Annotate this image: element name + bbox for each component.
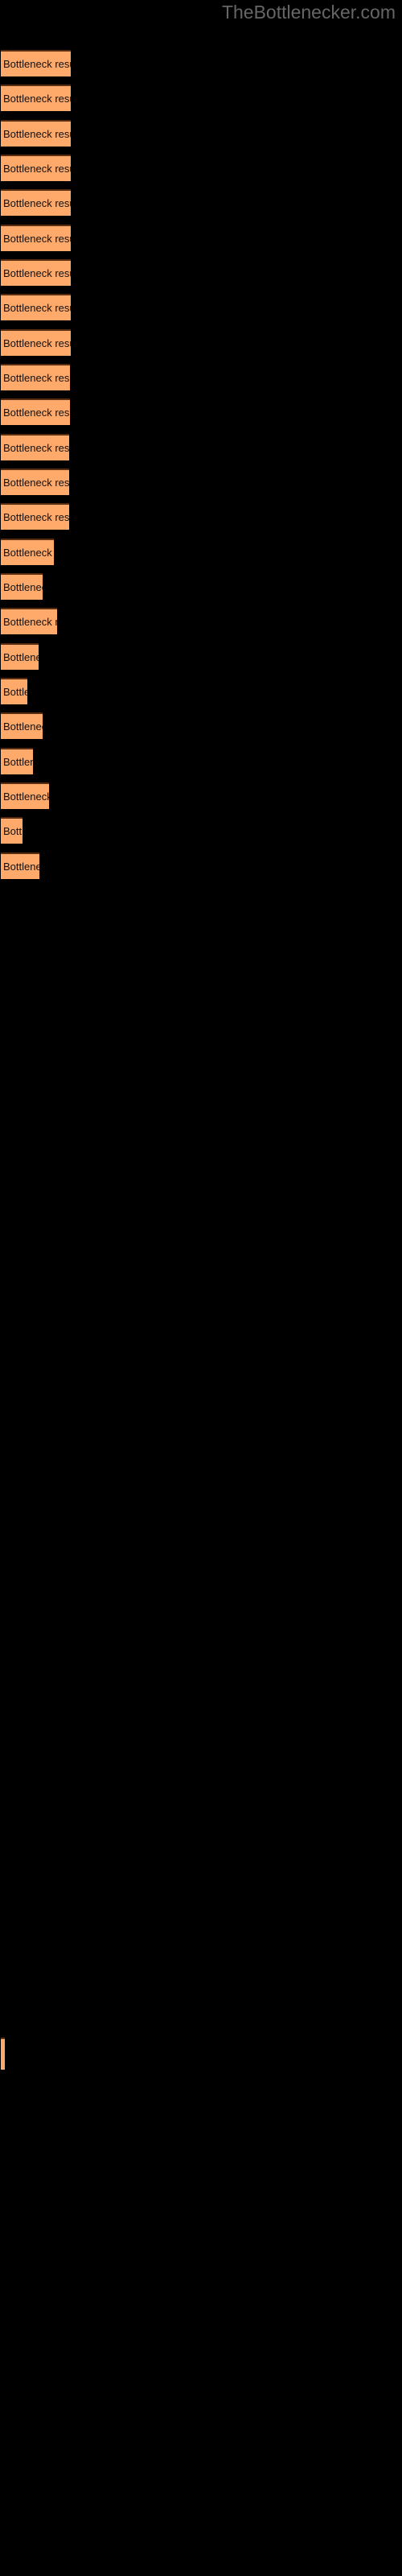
bar: Bottleneck result <box>1 852 39 879</box>
bar-row: Bottleneck result <box>0 120 402 147</box>
bar: Bottleneck result <box>1 748 33 774</box>
bottleneck-bar-chart: TheBottlenecker.com Bottleneck result Bot… <box>0 0 402 2576</box>
bar: Bottleneck result <box>1 608 57 634</box>
bar-label: Bottleneck result <box>3 302 71 314</box>
bar-row: Bottleneck result <box>0 294 402 320</box>
bar-label: Bottleneck result <box>3 93 71 105</box>
bar-label: Bottleneck result <box>3 197 71 209</box>
bar-label: Bottleneck result <box>3 651 39 663</box>
bar: Bottleneck result <box>1 539 54 565</box>
bar-label: Bottleneck result <box>3 511 69 523</box>
bar: Bottleneck result <box>1 712 43 739</box>
bar: Bottleneck result <box>1 817 23 844</box>
bar-label: Bottleneck result <box>3 372 70 384</box>
bar-label: Bottleneck result <box>3 686 27 698</box>
bar-row: Bottleneck result <box>0 434 402 460</box>
bar-label: Bottleneck result <box>3 720 43 733</box>
bar-label: Bottleneck result <box>3 791 49 803</box>
bar-row: Bottleneck result <box>0 573 402 600</box>
bar: Bottleneck result <box>1 398 70 425</box>
bar-row: Bottleneck result <box>0 469 402 495</box>
bar: Bottleneck result <box>1 678 27 704</box>
bar-row: Bottleneck result <box>0 748 402 774</box>
bar: Bottleneck result <box>1 294 71 320</box>
bar-row: Bottleneck result <box>0 225 402 251</box>
bar-label: Bottleneck result <box>3 581 43 593</box>
bar: Bottleneck result <box>1 782 49 809</box>
bar-row: Bottleneck result <box>0 503 402 530</box>
bar-minimal <box>1 2037 5 2070</box>
bar: Bottleneck result <box>1 259 71 286</box>
bar: Bottleneck result <box>1 469 69 495</box>
bar-label: Bottleneck result <box>3 407 70 419</box>
bar: Bottleneck result <box>1 155 71 181</box>
bar: Bottleneck result <box>1 573 43 600</box>
bar: Bottleneck result <box>1 643 39 670</box>
bar: Bottleneck result <box>1 120 71 147</box>
bar-label: Bottleneck result <box>3 861 39 873</box>
bar-row: Bottleneck result <box>0 398 402 425</box>
bar-row: Bottleneck result <box>0 364 402 390</box>
bar-row: Bottleneck result <box>0 817 402 844</box>
bar-label: Bottleneck result <box>3 267 71 279</box>
bar-label: Bottleneck result <box>3 128 71 140</box>
bar-label: Bottleneck result <box>3 616 57 628</box>
bar-label: Bottleneck result <box>3 756 33 768</box>
bar-row: Bottleneck result <box>0 329 402 356</box>
bar-label: Bottleneck result <box>3 163 71 175</box>
bar-label: Bottleneck result <box>3 477 69 489</box>
bar-label: Bottleneck result <box>3 442 69 454</box>
bar-row: Bottleneck result <box>0 259 402 286</box>
bar-row: Bottleneck result <box>0 189 402 216</box>
bar: Bottleneck result <box>1 503 69 530</box>
bar: Bottleneck result <box>1 364 70 390</box>
bar: Bottleneck result <box>1 329 71 356</box>
bar-label: Bottleneck result <box>3 547 54 559</box>
bar-row: Bottleneck result <box>0 678 402 704</box>
bar: Bottleneck result <box>1 225 71 251</box>
site-watermark: TheBottlenecker.com <box>221 2 396 23</box>
bar-label: Bottleneck result <box>3 58 71 70</box>
bar-row: Bottleneck result <box>0 782 402 809</box>
bar-row: Bottleneck result <box>0 712 402 739</box>
bar-label: Bottleneck result <box>3 233 71 245</box>
bar-label: Bottleneck result <box>3 825 23 837</box>
bar-row: Bottleneck result <box>0 85 402 111</box>
bar: Bottleneck result <box>1 50 71 76</box>
bar-label: Bottleneck result <box>3 337 71 349</box>
bar-row: Bottleneck result <box>0 155 402 181</box>
bar-row: Bottleneck result <box>0 852 402 879</box>
bar: Bottleneck result <box>1 434 69 460</box>
bar: Bottleneck result <box>1 189 71 216</box>
bar-row: Bottleneck result <box>0 50 402 76</box>
bar: Bottleneck result <box>1 85 71 111</box>
bar-row: Bottleneck result <box>0 608 402 634</box>
bar-row: Bottleneck result <box>0 539 402 565</box>
bar-row: Bottleneck result <box>0 643 402 670</box>
